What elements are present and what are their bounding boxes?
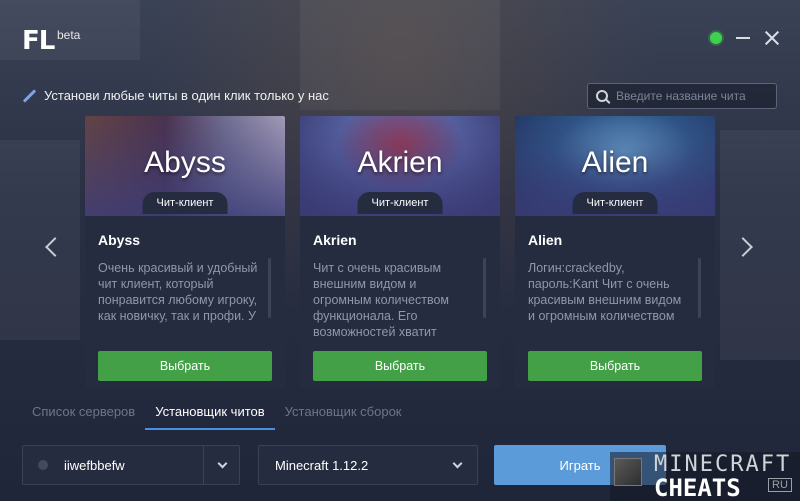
cheat-card-akrien: Akrien Чит-клиент Akrien Чит с очень кра… xyxy=(300,116,500,388)
card-badge: Чит-клиент xyxy=(357,192,443,214)
card-title: Akrien xyxy=(313,232,357,248)
cheat-card-alien: Alien Чит-клиент Alien Логин:crackedby, … xyxy=(515,116,715,388)
card-banner-title: Akrien xyxy=(357,146,443,179)
card-banner-title: Abyss xyxy=(144,146,226,179)
card-badge: Чит-клиент xyxy=(572,192,658,214)
card-description: Логин:crackedby, пароль:Kant Чит с очень… xyxy=(528,261,682,323)
account-name: iiwefbbefw xyxy=(64,457,125,473)
chevron-down-icon[interactable] xyxy=(217,458,228,469)
watermark-logo: MINECRAFT CHEATS RU xyxy=(610,452,800,501)
version-selected: Minecraft 1.12.2 xyxy=(275,457,369,473)
promo-text: Установи любые читы в один клик только у… xyxy=(44,88,329,103)
beta-badge: beta xyxy=(57,28,81,42)
account-selector[interactable]: iiwefbbefw xyxy=(22,445,240,485)
choose-button[interactable]: Выбрать xyxy=(313,351,487,381)
app-logo: FL xyxy=(22,26,55,56)
search-icon xyxy=(596,90,608,102)
card-badge: Чит-клиент xyxy=(142,192,228,214)
bottom-tabs: Список серверов Установщик читов Установ… xyxy=(22,398,412,430)
account-status-icon xyxy=(38,460,48,470)
card-scrollbar[interactable] xyxy=(268,258,271,318)
divider xyxy=(203,446,204,484)
watermark-ru: RU xyxy=(768,478,792,492)
search-input[interactable] xyxy=(616,89,766,103)
tab-cheat-installer[interactable]: Установщик читов xyxy=(145,398,275,430)
watermark-line2: CHEATS xyxy=(654,474,741,501)
card-description: Очень красивый и удобный чит клиент, кот… xyxy=(98,261,258,323)
pen-icon xyxy=(22,89,36,103)
tab-modpack-installer[interactable]: Установщик сборок xyxy=(275,398,412,430)
window-controls xyxy=(710,30,780,46)
online-status-icon xyxy=(710,32,722,44)
version-selector[interactable]: Minecraft 1.12.2 xyxy=(258,445,478,485)
minimize-icon[interactable] xyxy=(736,37,750,39)
choose-button[interactable]: Выбрать xyxy=(98,351,272,381)
tab-servers[interactable]: Список серверов xyxy=(22,398,145,430)
card-description: Чит с очень красивым внешним видом и огр… xyxy=(313,261,450,336)
chevron-down-icon xyxy=(452,458,463,469)
card-scrollbar[interactable] xyxy=(483,258,486,318)
cheat-card-abyss: Abyss Чит-клиент Abyss Очень красивый и … xyxy=(85,116,285,388)
close-icon[interactable] xyxy=(764,30,780,46)
card-scrollbar[interactable] xyxy=(698,258,701,318)
search-box[interactable] xyxy=(587,83,777,109)
card-title: Alien xyxy=(528,232,563,248)
cube-icon xyxy=(614,458,642,486)
card-banner-title: Alien xyxy=(581,146,649,179)
choose-button[interactable]: Выбрать xyxy=(528,351,702,381)
card-title: Abyss xyxy=(98,232,141,248)
promo-banner: Установи любые читы в один клик только у… xyxy=(22,88,329,103)
